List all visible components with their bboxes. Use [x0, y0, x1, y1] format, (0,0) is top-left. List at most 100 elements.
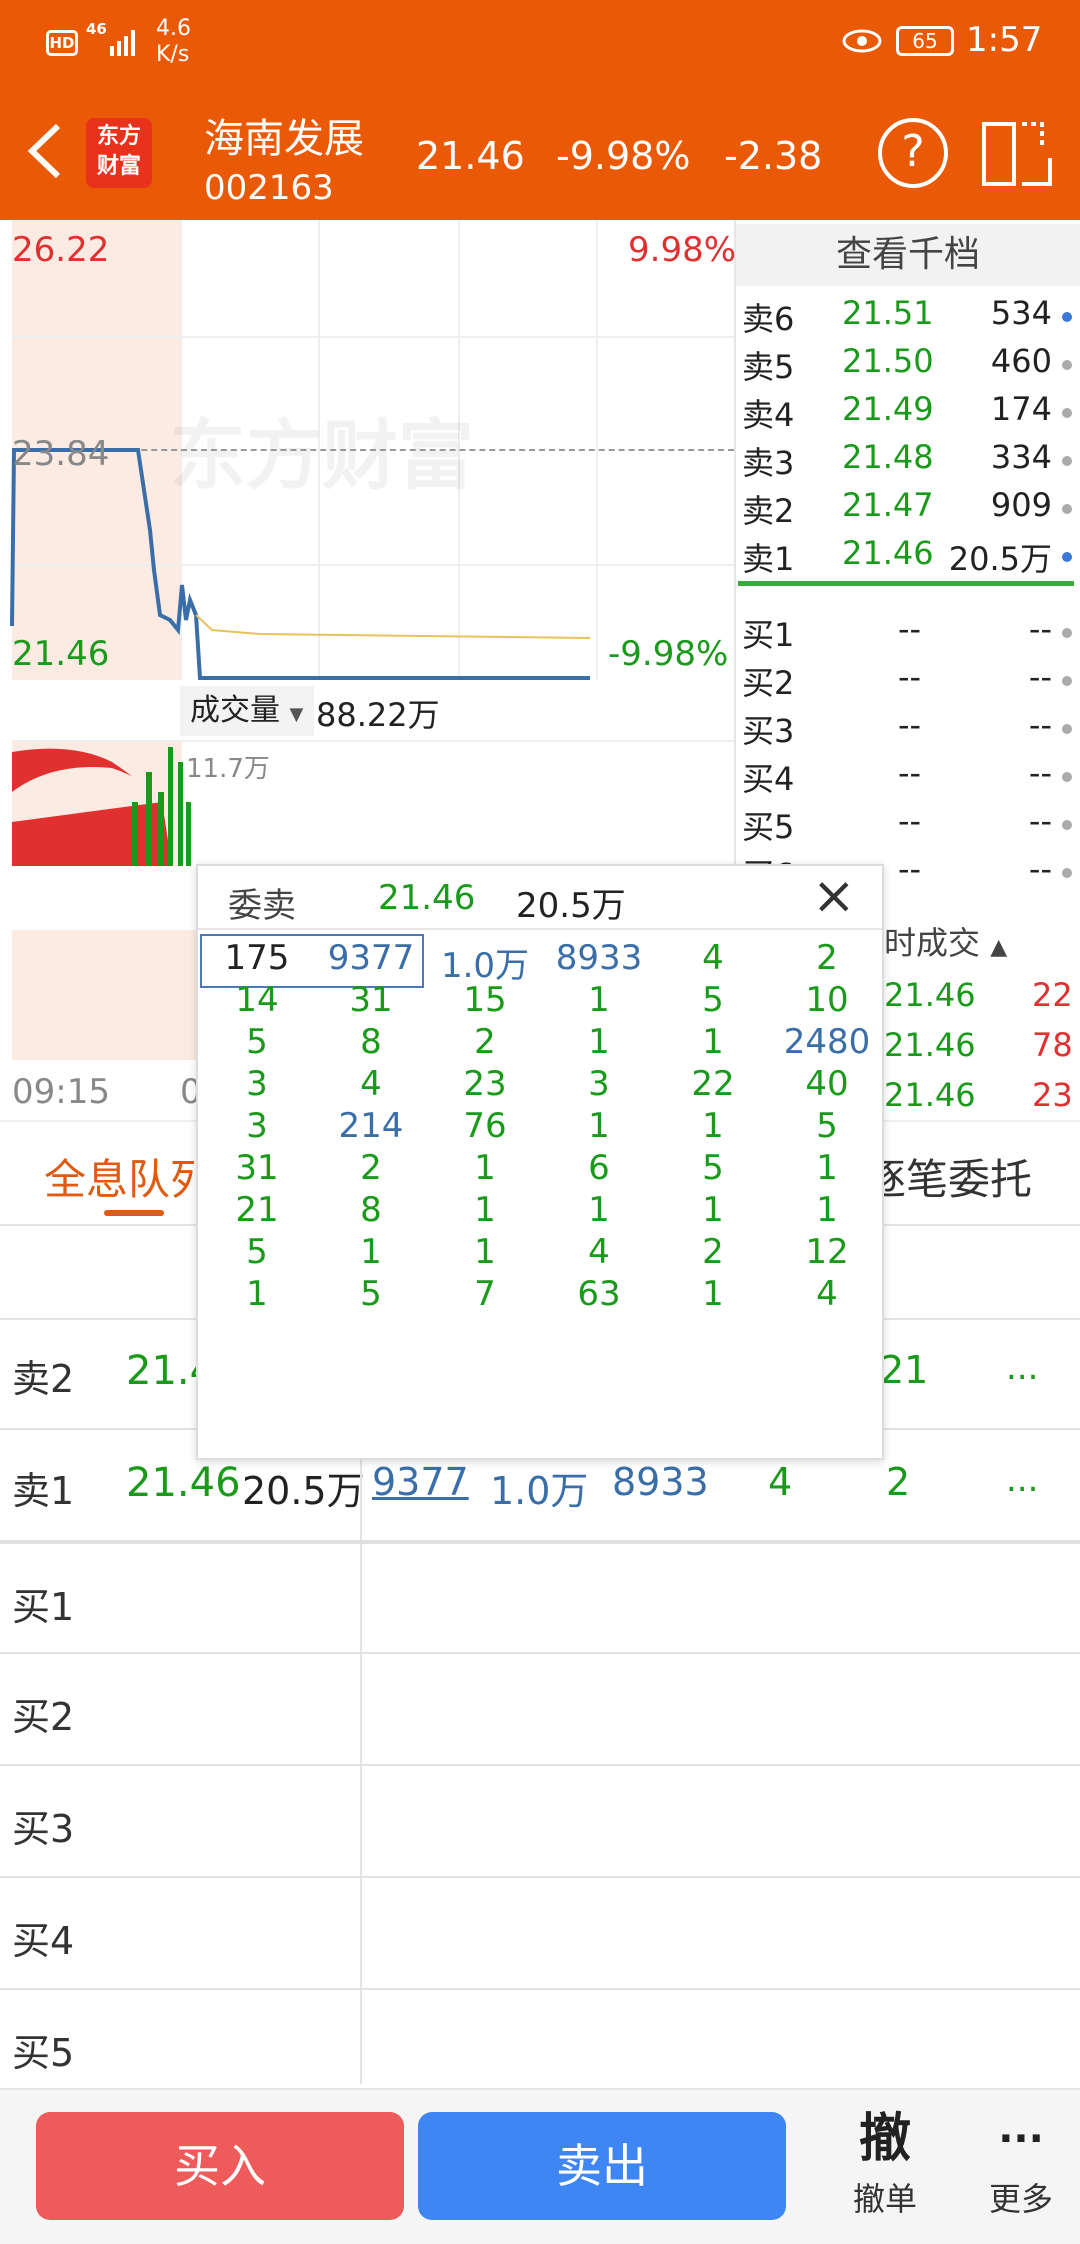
- popup-order-cell: 3: [246, 1106, 268, 1146]
- popup-order-cell: 8933: [555, 938, 643, 978]
- bid-price: --: [898, 658, 922, 696]
- network-type: 46: [86, 20, 107, 38]
- volume-green-bar: [178, 762, 183, 866]
- ask-row: 卖3 21.48 334: [740, 434, 1080, 482]
- tab-order-detail[interactable]: 逐笔委托: [864, 1146, 1080, 1206]
- bid-price: --: [898, 754, 922, 792]
- trade-volume: 22: [1032, 976, 1073, 1014]
- queue-cell: 21: [880, 1348, 929, 1392]
- popup-order-cell: 76: [463, 1106, 507, 1146]
- popup-order-cell: 2: [474, 1022, 496, 1062]
- tab-queue[interactable]: 全息队列: [44, 1146, 212, 1207]
- caret-up-icon: ▲: [990, 935, 1008, 960]
- eye-icon: [842, 28, 882, 54]
- order-book-header[interactable]: 查看千档: [736, 224, 1080, 286]
- popup-order-cell: 1: [702, 1190, 724, 1230]
- time-start-label: 09:15: [12, 1072, 110, 1112]
- popup-order-cell: 31: [349, 980, 393, 1020]
- help-icon[interactable]: ?: [878, 118, 948, 188]
- popup-order-cell: 1: [702, 1022, 724, 1062]
- trades-header[interactable]: 时成交 ▲: [884, 918, 1080, 962]
- popup-order-cell: 22: [691, 1064, 735, 1104]
- battery-level: 65: [912, 29, 938, 53]
- bid-price: --: [898, 850, 922, 888]
- trades-title: 时成交: [884, 924, 981, 962]
- popup-header-divider: [198, 928, 882, 930]
- ask-row: 卖4 21.49 174: [740, 386, 1080, 434]
- popup-order-cell: 4: [816, 1274, 838, 1314]
- popup-order-cell[interactable]: 175: [202, 938, 312, 978]
- popup-order-cell: 21: [235, 1190, 279, 1230]
- more-button[interactable]: ··· 更多: [966, 2104, 1076, 2234]
- popup-order-cell: 1: [816, 1148, 838, 1188]
- ask-label: 卖5: [742, 348, 795, 386]
- popup-order-cell: 4: [588, 1232, 610, 1272]
- popup-order-cell: 2480: [783, 1022, 871, 1062]
- queue-order: 1.0万: [490, 1469, 589, 1513]
- bid-label: 买4: [742, 760, 795, 798]
- app-logo: 东方 财富: [86, 118, 152, 188]
- indicator-dot: [1062, 312, 1072, 322]
- close-icon[interactable]: ×: [812, 866, 856, 926]
- bid-price: --: [898, 706, 922, 744]
- price-low-label: 21.46: [12, 634, 110, 674]
- logo-line2: 财富: [96, 154, 141, 179]
- bid-row: 买4 -- --: [740, 750, 1080, 798]
- queue-more[interactable]: ...: [1006, 1348, 1038, 1388]
- queue-more[interactable]: ...: [1006, 1460, 1038, 1500]
- back-icon[interactable]: [20, 116, 70, 186]
- stock-price: 21.46: [416, 134, 525, 178]
- volume-peak-label: 11.7万: [186, 754, 270, 784]
- popup-order-cell: 1: [588, 1106, 610, 1146]
- bid-label: 买2: [742, 664, 795, 702]
- trade-price: 21.46: [884, 1026, 976, 1064]
- sell-button-label: 卖出: [556, 2139, 648, 2193]
- indicator-dot: [1062, 456, 1072, 466]
- sell-button[interactable]: 卖出: [418, 2112, 786, 2220]
- price-high-label: 26.22: [12, 230, 110, 270]
- queue-volume: 20.5万: [242, 1469, 365, 1513]
- popup-order-cell: 6: [588, 1148, 610, 1188]
- stock-code: 002163: [204, 168, 334, 208]
- stock-change-pct: -9.98%: [556, 134, 691, 178]
- popup-order-cell: 8: [360, 1022, 382, 1062]
- order-queue-popup: 委卖 21.46 20.5万 × 175 9377 1.0万 8933 4 2 14 31 15…: [196, 864, 884, 1460]
- ask-row: 卖1 21.46 20.5万: [740, 530, 1080, 578]
- ask-price: 21.48: [842, 438, 934, 476]
- popup-order-cell: 23: [463, 1064, 507, 1104]
- more-icon: ···: [998, 2116, 1044, 2162]
- buy-button[interactable]: 买入: [36, 2112, 404, 2220]
- ask-price: 21.50: [842, 342, 934, 380]
- chevron-down-icon: ▼: [289, 704, 304, 725]
- volume-selector-label: 成交量: [190, 693, 280, 728]
- popup-order-cell: 1: [588, 1190, 610, 1230]
- price-mid-label: 23.84: [12, 434, 110, 474]
- ask-row: 卖6 21.51 534: [740, 290, 1080, 338]
- indicator-dot: [1062, 408, 1072, 418]
- indicator-dot: [1062, 628, 1072, 638]
- popup-order-cell: 31: [235, 1148, 279, 1188]
- ask-label: 卖3: [742, 444, 795, 482]
- popup-order-cell: 5: [702, 1148, 724, 1188]
- cancel-order-button[interactable]: 撤 撤单: [810, 2104, 960, 2234]
- queue-price: 21.46: [126, 1460, 241, 1506]
- popup-order-cell: 10: [805, 980, 849, 1020]
- ask-row: 卖5 21.50 460: [740, 338, 1080, 386]
- layout-switch-icon[interactable]: [982, 118, 1054, 188]
- queue-order: 8933: [612, 1460, 709, 1504]
- popup-order-cell: 1: [474, 1190, 496, 1230]
- popup-order-cell: 5: [246, 1022, 268, 1062]
- popup-order-cell: 1: [588, 1022, 610, 1062]
- avg-price-line: [195, 614, 591, 639]
- trade-price: 21.46: [884, 1076, 976, 1114]
- queue-label: 卖2: [12, 1357, 75, 1401]
- signal-icon: [110, 26, 140, 56]
- queue-order[interactable]: 9377: [372, 1460, 469, 1504]
- tab-order-detail-label: 逐笔委托: [864, 1155, 1033, 1204]
- bid-row: 买2 -- --: [740, 654, 1080, 702]
- volume-selector[interactable]: 成交量 ▼: [180, 686, 314, 736]
- ask-price: 21.49: [842, 390, 934, 428]
- net-speed-value: 4.6: [156, 16, 191, 41]
- volume-green-bar: [146, 772, 152, 866]
- popup-order-cell: 2: [816, 938, 838, 978]
